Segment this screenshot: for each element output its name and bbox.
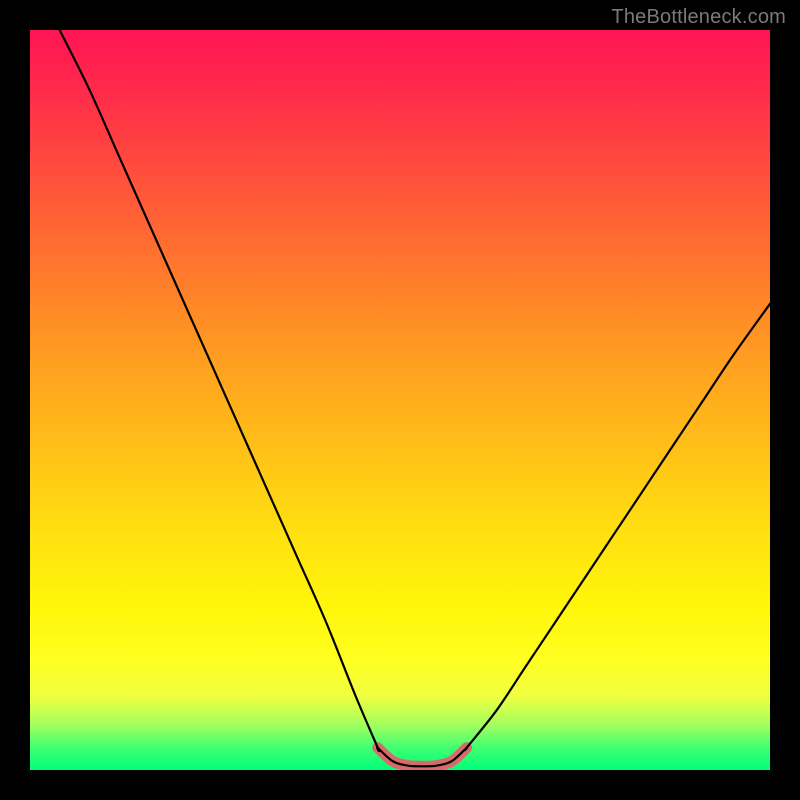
curve-svg (30, 30, 770, 770)
bottleneck-curve (60, 30, 770, 766)
trough-highlight (378, 748, 467, 767)
plot-area (30, 30, 770, 770)
chart-frame: TheBottleneck.com (0, 0, 800, 800)
watermark-text: TheBottleneck.com (611, 6, 786, 29)
